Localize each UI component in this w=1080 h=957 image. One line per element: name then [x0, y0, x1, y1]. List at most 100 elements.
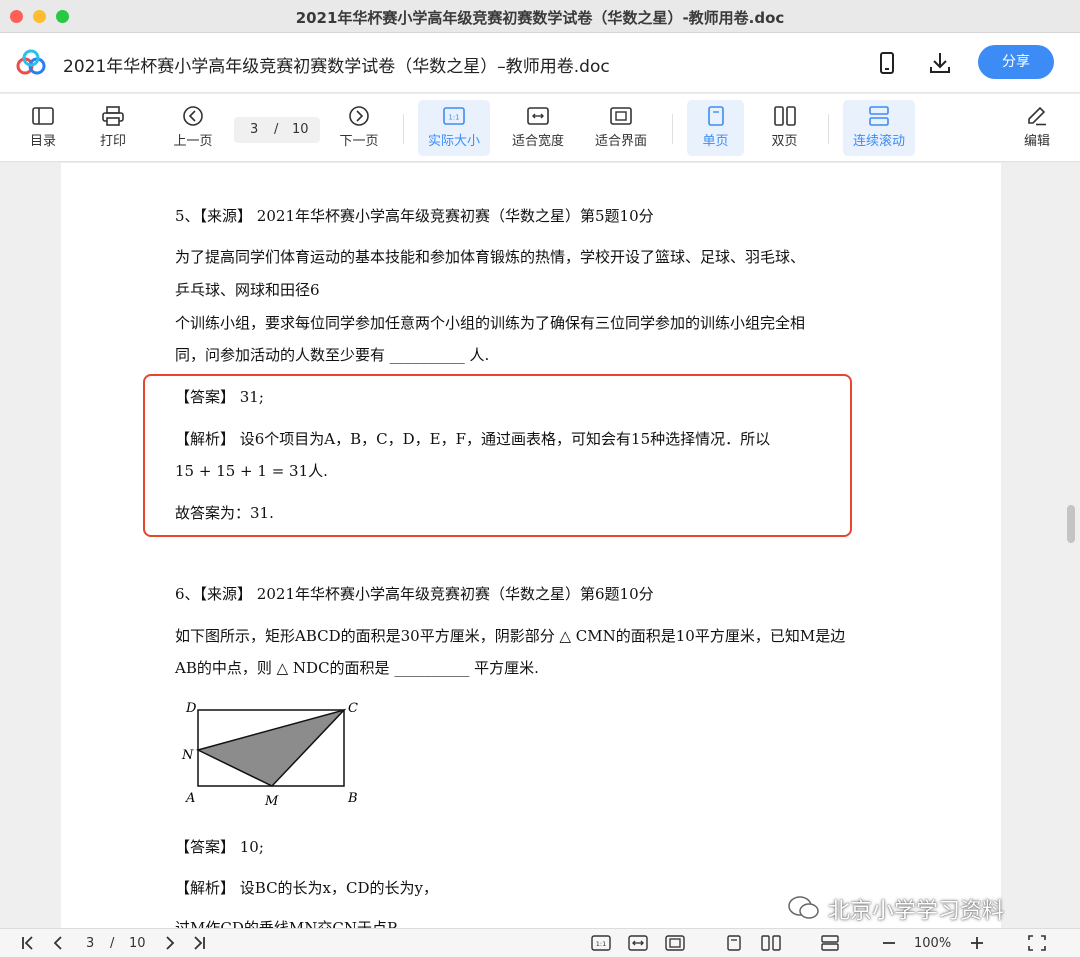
page-separator: /: [274, 122, 279, 137]
q5-analysis-1: 【解析】 设6个项目为A，B，C，D，E，F，通过画表格，可知会有15种选择情况…: [175, 430, 771, 448]
continuous-scroll-icon: [869, 106, 889, 126]
double-page-small-button[interactable]: [761, 935, 781, 951]
single-page-small-icon: [727, 935, 741, 951]
baidu-netdisk-logo-icon: [16, 49, 46, 75]
document-viewer[interactable]: [0, 163, 1080, 928]
svg-text:1:1: 1:1: [448, 114, 459, 122]
q5-line-4: 同，问参加活动的人数至少要有 __________ 人.: [175, 346, 490, 364]
document-title: 2021年华杯赛小学高年级竞赛初赛数学试卷（华数之星）–教师用卷.doc: [63, 57, 610, 77]
fit-width-icon: [527, 107, 549, 125]
zoom-level: 100%: [914, 936, 952, 951]
chevron-right-circle-icon: [349, 106, 369, 126]
label-d: D: [185, 701, 197, 716]
shaded-triangle-cmn: [195, 708, 347, 787]
actual-size-label: 实际大小: [427, 134, 480, 149]
double-page-icon: [773, 106, 796, 126]
viewer-toolbar: 目录 打印 上一页 3 / 10 下一页 1:1 实际大小 适合宽度 适合界面 …: [0, 94, 1080, 162]
label-b: B: [347, 791, 358, 806]
fit-screen-small-button[interactable]: [665, 935, 685, 951]
toolbar-divider: [403, 114, 404, 144]
last-page-button[interactable]: [191, 935, 207, 951]
prev-page-button[interactable]: 上一页: [166, 100, 220, 156]
fit-screen-small-icon: [665, 935, 685, 951]
last-page-icon: [194, 936, 205, 950]
toolbar-divider: [672, 114, 673, 144]
q5-conclusion: 故答案为：31.: [175, 504, 274, 522]
wechat-watermark-icon: [788, 896, 819, 919]
phone-icon[interactable]: [874, 49, 900, 77]
vertical-scrollbar[interactable]: [1067, 505, 1075, 543]
printer-icon: [102, 106, 124, 126]
q5-line-2: 乒乓球、网球和田径6: [175, 281, 320, 299]
page-number-input[interactable]: 3 / 10: [234, 117, 320, 143]
q6-answer: 【答案】 10;: [175, 838, 264, 856]
plus-icon: [971, 937, 983, 949]
edit-button[interactable]: 编辑: [1014, 100, 1060, 156]
double-page-label: 双页: [771, 134, 798, 149]
window-title: 2021年华杯赛小学高年级竞赛初赛数学试卷（华数之星）-教师用卷.doc: [295, 9, 785, 27]
single-page-icon: [707, 106, 724, 126]
q6-line-2: AB的中点，则 △ NDC的面积是 __________ 平方厘米.: [175, 659, 539, 677]
print-button[interactable]: 打印: [90, 100, 136, 156]
fit-width-label: 适合宽度: [511, 134, 564, 149]
fullscreen-icon: [1028, 935, 1046, 951]
window-titlebar: 2021年华杯赛小学高年级竞赛初赛数学试卷（华数之星）-教师用卷.doc: [0, 0, 1080, 33]
actual-size-icon: 1:1: [443, 107, 465, 125]
first-page-icon: [22, 936, 33, 950]
label-a: A: [185, 791, 195, 806]
fit-screen-button[interactable]: 适合界面: [585, 100, 657, 156]
actual-size-small-button[interactable]: 1:1: [591, 935, 611, 951]
continuous-scroll-label: 连续滚动: [852, 134, 905, 149]
zoom-in-button[interactable]: [969, 935, 985, 951]
continuous-scroll-small-button[interactable]: [821, 935, 839, 951]
double-page-button[interactable]: 双页: [756, 100, 813, 156]
next-page-label: 下一页: [339, 134, 379, 149]
toc-label: 目录: [29, 134, 56, 149]
bottom-page-total: 10: [129, 936, 146, 951]
next-page-button[interactable]: 下一页: [332, 100, 386, 156]
continuous-scroll-button[interactable]: 连续滚动: [843, 100, 915, 156]
bottom-page-separator: /: [110, 936, 115, 951]
toc-icon: [32, 107, 54, 125]
q5-line-3: 个训练小组，要求每位同学参加任意两个小组的训练为了确保有三位同学参加的训练小组完…: [175, 314, 806, 332]
toolbar-divider: [828, 114, 829, 144]
continuous-scroll-small-icon: [821, 935, 839, 951]
single-page-label: 单页: [702, 134, 729, 149]
share-button[interactable]: 分享: [978, 45, 1054, 79]
download-icon[interactable]: [927, 49, 953, 77]
minus-icon: [883, 942, 895, 944]
q6-analysis-1: 【解析】 设BC的长为x，CD的长为y，: [175, 879, 438, 897]
print-label: 打印: [99, 134, 126, 149]
next-page-small-button[interactable]: [162, 935, 178, 951]
single-page-button[interactable]: 单页: [687, 100, 744, 156]
fit-width-small-button[interactable]: [628, 935, 648, 951]
single-page-small-button[interactable]: [726, 935, 742, 951]
app-header: 2021年华杯赛小学高年级竞赛初赛数学试卷（华数之星）–教师用卷.doc 分享: [0, 33, 1080, 93]
q5-analysis-2: 15 + 15 + 1 = 31人.: [175, 462, 328, 480]
zoom-out-button[interactable]: [881, 935, 897, 951]
prev-page-small-button[interactable]: [50, 935, 66, 951]
q5-answer: 【答案】 31;: [175, 388, 264, 406]
svg-text:1:1: 1:1: [596, 940, 606, 948]
q6-line-1: 如下图所示，矩形ABCD的面积是30平方厘米，阴影部分 △ CMN的面积是10平…: [175, 627, 846, 645]
actual-size-small-icon: 1:1: [591, 935, 611, 951]
bottom-page-current[interactable]: 3: [86, 936, 94, 951]
label-n: N: [181, 748, 194, 763]
prev-page-label: 上一页: [173, 134, 213, 149]
fit-width-small-icon: [628, 935, 648, 951]
chevron-left-circle-icon: [183, 106, 203, 126]
toc-button[interactable]: 目录: [20, 100, 66, 156]
chevron-right-icon: [166, 936, 175, 950]
chevron-left-icon: [53, 936, 62, 950]
actual-size-button[interactable]: 1:1 实际大小: [418, 100, 490, 156]
label-c: C: [348, 701, 358, 716]
fullscreen-button[interactable]: [1028, 935, 1046, 951]
first-page-button[interactable]: [20, 935, 36, 951]
q5-line-1: 为了提高同学们体育运动的基本技能和参加体育锻炼的热情，学校开设了篮球、足球、羽毛…: [175, 248, 806, 266]
q6-title: 6、【来源】 2021年华杯赛小学高年级竞赛初赛（华数之星）第6题10分: [175, 585, 654, 603]
fit-width-button[interactable]: 适合宽度: [502, 100, 574, 156]
double-page-small-icon: [761, 935, 781, 951]
bottom-status-bar: 3 / 10 1:1 100%: [0, 928, 1080, 957]
document-page: [61, 163, 1001, 928]
watermark-text: 北京小学学习资料: [828, 899, 1005, 924]
